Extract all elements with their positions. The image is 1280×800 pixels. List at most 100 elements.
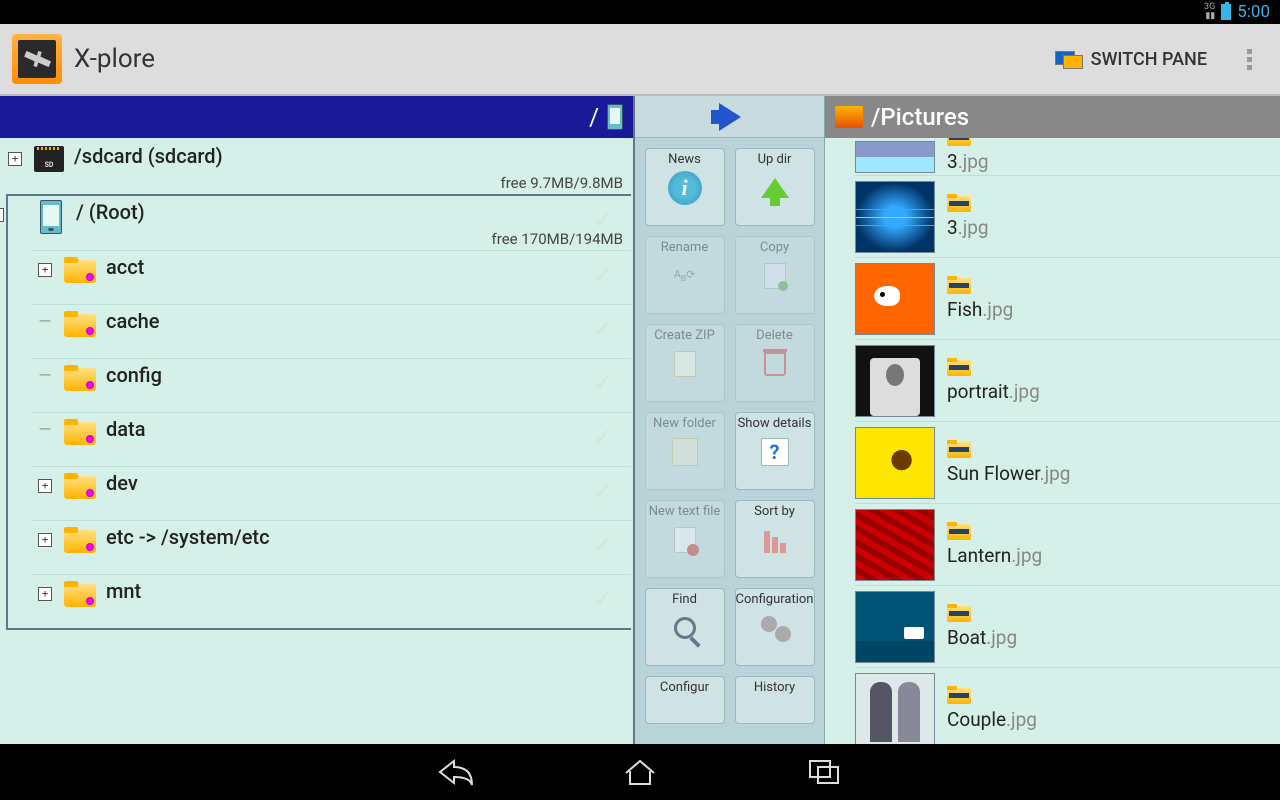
show-details-button[interactable]: Show details? xyxy=(735,412,815,490)
folder-icon xyxy=(64,311,96,337)
folder-name: data xyxy=(106,417,625,441)
network-indicator: 3G▮▮ xyxy=(1204,3,1215,21)
root-row[interactable]: − / (Root) ✓ free 170MB/194MB xyxy=(8,196,631,250)
android-status-bar: 3G▮▮ 5:00 xyxy=(0,0,1280,24)
check-icon[interactable]: ✓ xyxy=(593,423,613,451)
expand-toggle[interactable]: + xyxy=(38,479,52,493)
image-file-icon xyxy=(947,440,971,458)
picture-row[interactable]: Lantern.jpg xyxy=(855,504,1280,586)
left-file-list: + /sdcard (sdcard) free 9.7MB/9.8MB − / … xyxy=(0,138,633,744)
check-icon[interactable]: ✓ xyxy=(593,261,613,289)
picture-row[interactable]: Sun Flower.jpg xyxy=(855,422,1280,504)
image-file-icon xyxy=(947,276,971,294)
history-button[interactable]: History xyxy=(735,676,815,724)
expand-toggle[interactable]: + xyxy=(38,587,52,601)
thumbnail xyxy=(855,427,935,499)
tool-label: Configur xyxy=(660,681,709,696)
expand-toggle[interactable]: + xyxy=(8,152,22,166)
tree-dash: – xyxy=(38,317,52,331)
new-folder-button: New folder xyxy=(645,412,725,490)
picture-row[interactable]: Couple.jpg xyxy=(855,668,1280,744)
create-zip-button: Create ZIP xyxy=(645,324,725,402)
thumbnail xyxy=(855,345,935,417)
find-icon xyxy=(667,610,703,646)
left-pane-header[interactable]: / xyxy=(0,96,633,138)
image-file-icon xyxy=(947,194,971,212)
picture-row[interactable]: Boat.jpg xyxy=(855,586,1280,668)
expand-toggle[interactable]: + xyxy=(38,533,52,547)
sdcard-label: /sdcard (sdcard) xyxy=(74,144,625,168)
image-file-icon xyxy=(947,138,971,146)
home-button[interactable] xyxy=(618,754,662,790)
find-button[interactable]: Find xyxy=(645,588,725,666)
direction-header[interactable] xyxy=(635,96,824,138)
details-icon: ? xyxy=(757,434,793,470)
check-icon[interactable]: ✓ xyxy=(593,585,613,613)
folder-row[interactable]: – config ✓ xyxy=(32,358,631,412)
thumbnail xyxy=(855,263,935,335)
configuration-button[interactable]: Configuration xyxy=(735,588,815,666)
check-icon[interactable]: ✓ xyxy=(593,315,613,343)
file-name: 3.jpg xyxy=(947,216,989,239)
collapse-toggle[interactable]: − xyxy=(0,208,4,222)
right-file-list: 3.jpg 3.jpg Fish.jpg portrait.jpg Sun Fl… xyxy=(825,138,1280,744)
file-name: Sun Flower.jpg xyxy=(947,462,1070,485)
folder-row[interactable]: – data ✓ xyxy=(32,412,631,466)
right-pane: /Pictures 3.jpg 3.jpg Fish.jpg portrait.… xyxy=(825,96,1280,744)
file-name: Fish.jpg xyxy=(947,298,1013,321)
folder-row[interactable]: – cache ✓ xyxy=(32,304,631,358)
tool-label: History xyxy=(754,681,795,696)
picture-row[interactable]: 3.jpg xyxy=(855,138,1280,176)
picture-row[interactable]: portrait.jpg xyxy=(855,340,1280,422)
switch-pane-button[interactable]: SWITCH PANE xyxy=(1043,43,1219,76)
folder-row[interactable]: + acct ✓ xyxy=(32,250,631,304)
clock: 5:00 xyxy=(1237,2,1270,22)
tool-label: Rename xyxy=(661,241,708,256)
picture-row[interactable]: 3.jpg xyxy=(855,176,1280,258)
up-icon xyxy=(757,170,793,206)
arrow-right-icon xyxy=(719,103,741,131)
expand-toggle[interactable]: + xyxy=(38,263,52,277)
thumbnail xyxy=(855,509,935,581)
sdcard-icon xyxy=(34,146,64,172)
back-button[interactable] xyxy=(434,754,478,790)
folder-name: mnt xyxy=(106,579,625,603)
rename-icon: AB⟳ xyxy=(667,258,703,294)
newtext-icon xyxy=(667,522,703,558)
folder-row[interactable]: + mnt ✓ xyxy=(32,574,631,628)
configur-button[interactable]: Configur xyxy=(645,676,725,724)
file-name: portrait.jpg xyxy=(947,380,1040,403)
news-button[interactable]: News i xyxy=(645,148,725,226)
copy-button: Copy xyxy=(735,236,815,314)
overflow-menu-button[interactable] xyxy=(1231,37,1268,82)
right-pane-header[interactable]: /Pictures xyxy=(825,96,1280,138)
check-icon[interactable]: ✓ xyxy=(593,369,613,397)
tool-label: News xyxy=(668,153,701,168)
delete-button: Delete xyxy=(735,324,815,402)
info-icon: i xyxy=(667,170,703,206)
sdcard-row[interactable]: + /sdcard (sdcard) free 9.7MB/9.8MB xyxy=(2,140,631,194)
folder-row[interactable]: + etc -> /system/etc ✓ xyxy=(32,520,631,574)
sort-by-button[interactable]: Sort by xyxy=(735,500,815,578)
center-toolbar: News i Up dir Rename AB⟳ CopyCreate ZIP Delete… xyxy=(635,96,825,744)
tree-dash: – xyxy=(38,371,52,385)
recent-apps-button[interactable] xyxy=(802,754,846,790)
trash-icon xyxy=(757,346,793,382)
tool-label: Delete xyxy=(756,329,793,344)
tool-label: Find xyxy=(672,593,697,608)
check-icon[interactable]: ✓ xyxy=(593,477,613,505)
folder-name: acct xyxy=(106,255,625,279)
right-path: /Pictures xyxy=(871,103,969,131)
left-path: / xyxy=(589,103,599,131)
folder-row[interactable]: + dev ✓ xyxy=(32,466,631,520)
check-icon[interactable]: ✓ xyxy=(593,531,613,559)
app-icon[interactable] xyxy=(12,34,62,84)
folder-icon xyxy=(64,527,96,553)
thumbnail xyxy=(855,591,935,663)
action-bar: X-plore SWITCH PANE xyxy=(0,24,1280,96)
picture-row[interactable]: Fish.jpg xyxy=(855,258,1280,340)
thumbnail xyxy=(855,181,935,253)
phone-icon xyxy=(40,200,62,234)
sdcard-free: free 9.7MB/9.8MB xyxy=(501,174,624,192)
up-dir-button[interactable]: Up dir xyxy=(735,148,815,226)
